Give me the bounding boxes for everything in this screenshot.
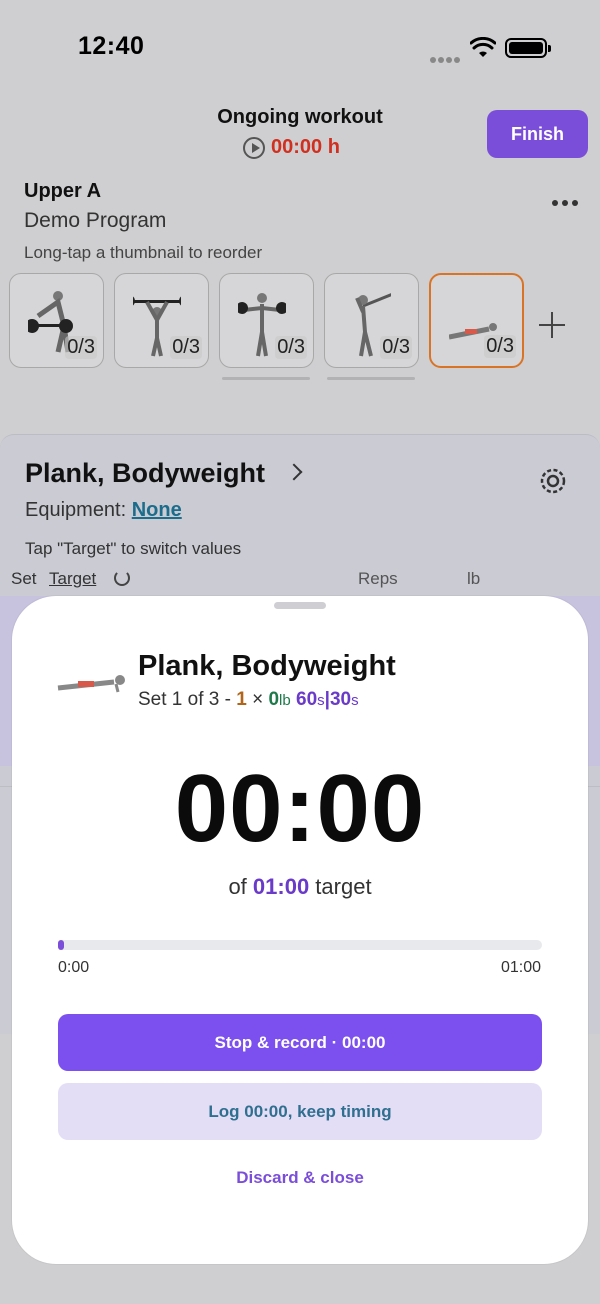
exercise-thumbnail[interactable]: 0/3 xyxy=(9,273,104,368)
workout-name: Upper A xyxy=(24,180,102,202)
finish-button[interactable]: Finish xyxy=(487,110,588,158)
status-bar: 12:40 xyxy=(0,0,600,96)
rest-value: 30 xyxy=(329,689,352,710)
column-target[interactable]: Target xyxy=(49,569,96,589)
progress-start-label: 0:00 xyxy=(58,959,90,976)
exercise-thumbnail-active[interactable]: 0/3 xyxy=(429,273,524,368)
set-count: 0/3 xyxy=(484,335,516,358)
play-icon xyxy=(243,136,265,159)
elapsed-timer: 00:00 h xyxy=(243,136,340,159)
column-set: Set xyxy=(11,569,37,588)
log-keep-timing-button[interactable]: Log 00:00, keep timing xyxy=(58,1083,542,1140)
refresh-icon[interactable] xyxy=(114,570,130,586)
reps-value: 1 xyxy=(236,689,247,710)
switch-hint: Tap "Target" to switch values xyxy=(25,539,242,558)
equipment-value[interactable]: None xyxy=(132,499,182,521)
stop-and-record-button[interactable]: Stop & record · 00:00 xyxy=(58,1014,542,1071)
exercise-thumbnail[interactable]: 0/3 xyxy=(219,273,314,368)
program-name: Demo Program xyxy=(24,209,167,232)
discard-and-close-button[interactable]: Discard & close xyxy=(12,1168,588,1188)
more-options-icon[interactable] xyxy=(552,200,578,210)
gear-icon[interactable] xyxy=(537,465,569,497)
plank-thumbnail-icon xyxy=(57,675,125,693)
target-suffix: target xyxy=(309,874,372,899)
set-count: 0/3 xyxy=(170,336,202,359)
timer-sheet: Plank, Bodyweight Set 1 of 3 - 1 × 0lb 6… xyxy=(12,596,588,1264)
weight-value: 0 xyxy=(268,689,280,710)
reorder-hint: Long-tap a thumbnail to reorder xyxy=(24,243,263,262)
progress-fill xyxy=(58,940,64,950)
exercise-thumbnails: 0/3 0/3 0/3 0/3 0/3 xyxy=(9,273,524,368)
wifi-icon xyxy=(470,37,496,57)
set-count: 0/3 xyxy=(275,336,307,359)
progress-bar xyxy=(58,940,542,950)
scroll-indicator xyxy=(327,377,415,380)
status-time: 12:40 xyxy=(78,32,145,60)
exercise-thumbnail[interactable]: 0/3 xyxy=(114,273,209,368)
weight-unit: lb xyxy=(279,692,291,709)
equipment-label: Equipment: xyxy=(25,499,127,521)
elapsed-time: 00:00 h xyxy=(271,136,340,158)
set-progress-text: Set 1 of 3 - xyxy=(138,689,237,710)
column-reps: Reps xyxy=(358,569,398,588)
target-prefix: of xyxy=(228,874,253,899)
column-lb: lb xyxy=(467,569,481,588)
exercise-thumbnail[interactable]: 0/3 xyxy=(324,273,419,368)
target-value: 01:00 xyxy=(252,874,310,899)
rest-unit: s xyxy=(351,692,359,709)
set-count: 0/3 xyxy=(380,336,412,359)
battery-icon xyxy=(505,38,551,58)
add-exercise-icon[interactable] xyxy=(539,312,565,338)
sheet-exercise-title: Plank, Bodyweight xyxy=(138,650,396,682)
equipment-row: Equipment: None xyxy=(25,499,182,522)
stopwatch-display: 00:00 xyxy=(174,755,426,862)
signal-icon xyxy=(430,50,462,63)
time-target-value: 60 xyxy=(296,689,318,710)
time-target-unit: s xyxy=(317,692,325,709)
scroll-indicator xyxy=(222,377,310,380)
set-summary: Set 1 of 3 - 1 × 0lb 60s|30s xyxy=(138,689,359,711)
progress-end-label: 01:00 xyxy=(501,959,542,976)
exercise-title[interactable]: Plank, Bodyweight xyxy=(25,458,265,489)
sheet-grabber[interactable] xyxy=(274,602,326,609)
set-count: 0/3 xyxy=(65,336,97,359)
target-line: of 01:00 target xyxy=(12,874,588,900)
times-sign: × xyxy=(246,689,269,710)
